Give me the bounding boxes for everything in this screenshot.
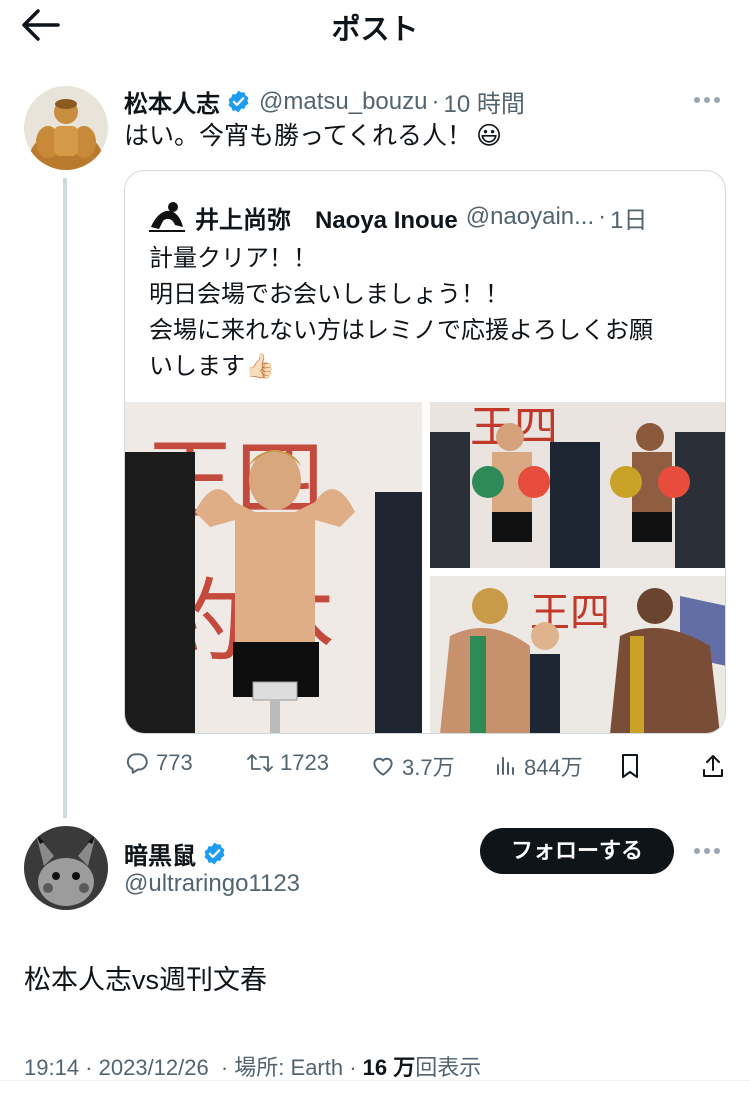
media-photo-belts[interactable]: 王四 — [430, 402, 725, 568]
author-name[interactable]: 松本人志 — [124, 84, 220, 119]
media-photo-faceoff[interactable]: 王四 — [430, 576, 725, 733]
repost-button[interactable]: 1723 — [246, 750, 329, 776]
quoted-text-line: いします👍🏻 — [149, 353, 275, 380]
top-bar: ポスト — [0, 0, 750, 50]
quoted-text-line: 明日会場でお会いしましょう！！ — [149, 281, 509, 308]
post-views-count: 16 万 — [362, 1055, 416, 1080]
views-count: 844万 — [524, 755, 583, 780]
quoted-post-card[interactable]: 井上尚弥 Naoya Inoue @naoyain... · 1日 計量クリア！… — [124, 170, 726, 734]
quoted-post-header: 井上尚弥 Naoya Inoue @naoyain... · 1日 — [145, 197, 648, 237]
avatar[interactable] — [24, 826, 108, 910]
post-date[interactable]: 2023/12/26 — [99, 1055, 209, 1081]
more-icon[interactable] — [692, 846, 722, 856]
like-button[interactable]: 3.7万 — [370, 750, 455, 782]
smile-emoji: 😃 — [476, 122, 503, 150]
separator: · — [431, 87, 440, 115]
quoted-author-name: 井上尚弥 Naoya Inoue — [195, 206, 458, 234]
reply-button[interactable]: 773 — [124, 750, 193, 776]
verified-badge-icon — [204, 842, 225, 865]
follow-button[interactable]: フォローする — [480, 828, 674, 874]
separator: · — [343, 1055, 363, 1080]
quoted-author-handle: @naoyain... — [465, 203, 595, 230]
separator: · — [79, 1055, 99, 1080]
like-count: 3.7万 — [402, 755, 455, 780]
separator: · — [598, 203, 607, 230]
quoted-post-text: 計量クリア！！ 明日会場でお会いしましょう！！ 会場に来れない方はレミノで応援よ… — [149, 241, 653, 385]
action-bar: 773 1723 3.7万 844万 — [124, 750, 726, 784]
page-title: ポスト — [331, 14, 419, 46]
divider — [0, 1080, 750, 1081]
more-icon[interactable] — [692, 95, 722, 105]
post-header: 松本人志 @matsu_bouzu · 10 時間 — [124, 84, 525, 119]
thread-connector — [63, 178, 67, 818]
post-location: 場所: Earth — [234, 1055, 344, 1080]
post-header: 暗黒鼠 — [124, 836, 227, 871]
quoted-post-time: 1日 — [610, 206, 648, 234]
views-icon — [497, 757, 514, 775]
post-text-body: はい。今宵も勝ってくれる人！ — [124, 122, 473, 150]
post-text: はい。今宵も勝ってくれる人！ 😃 — [124, 119, 502, 154]
author-handle[interactable]: @ultraringo1123 — [124, 870, 300, 898]
post-time[interactable]: 19:14 — [24, 1055, 79, 1081]
avatar[interactable] — [24, 86, 108, 170]
author-handle-row: @ultraringo1123 — [124, 870, 300, 898]
repost-icon — [247, 754, 273, 772]
author-handle[interactable]: @matsu_bouzu — [259, 88, 427, 116]
quoted-text-line: 会場に来れない方はレミノで応援よろしくお願 — [149, 317, 653, 344]
reply-icon — [126, 753, 148, 774]
post-views-label: 回表示 — [415, 1055, 482, 1080]
share-icon[interactable] — [700, 752, 726, 780]
media-photo-weighin[interactable]: 王四 約本 — [125, 402, 422, 733]
views-button[interactable]: 844万 — [494, 750, 583, 782]
post-text: 松本人志vs週刊文春 — [24, 965, 267, 995]
post-meta: 19:14 · 2023/12/26 · 場所: Earth · 16 万 回表… — [24, 1050, 481, 1082]
author-name[interactable]: 暗黒鼠 — [124, 836, 196, 871]
separator: · — [214, 1055, 235, 1080]
quoted-text-line: 計量クリア！！ — [149, 245, 317, 272]
verified-badge-icon — [228, 90, 249, 113]
bookmark-icon[interactable] — [618, 752, 642, 780]
repost-count: 1723 — [280, 750, 329, 775]
reply-count: 773 — [156, 750, 193, 775]
like-icon — [373, 757, 393, 776]
quoted-avatar — [145, 197, 189, 237]
post-time[interactable]: 10 時間 — [443, 84, 524, 119]
